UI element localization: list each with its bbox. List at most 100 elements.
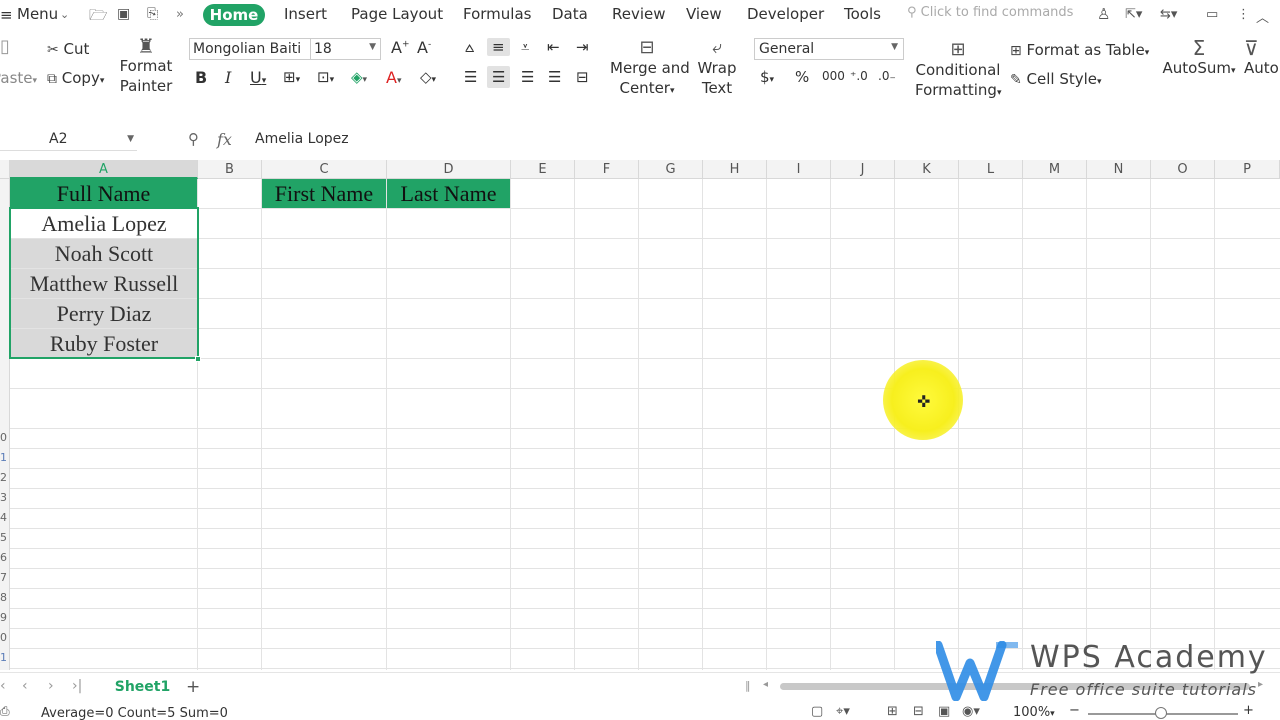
align-center-icon[interactable]: ☰ <box>487 66 511 88</box>
insert-function-button[interactable]: fx <box>217 130 232 149</box>
tab-page-layout[interactable]: Page Layout <box>351 5 443 23</box>
underline-icon[interactable]: U▾ <box>250 68 266 87</box>
sheet-tab-sheet1[interactable]: Sheet1 <box>105 673 180 701</box>
column-header-b[interactable]: B <box>198 160 262 179</box>
increase-decimal-icon[interactable]: ⁺.0 <box>850 69 868 83</box>
increase-indent-icon[interactable]: ⇥ <box>576 38 589 56</box>
normal-view-icon[interactable]: ⊞ <box>887 704 898 719</box>
cell-a1-full-name-header[interactable]: Full Name <box>10 179 197 208</box>
align-middle-icon[interactable]: ≡ <box>487 38 510 56</box>
add-sheet-icon[interactable]: + <box>186 677 200 697</box>
chevron-down-icon[interactable]: ▼ <box>127 134 134 144</box>
column-header-k[interactable]: K <box>895 160 959 179</box>
autofilter-button[interactable]: ⊽ Autol <box>1244 38 1280 78</box>
font-size[interactable]: 18 <box>314 41 332 57</box>
bold-icon[interactable]: B <box>195 68 207 87</box>
align-right-icon[interactable]: ☰ <box>521 68 534 86</box>
font-name[interactable]: Mongolian Baiti <box>193 41 301 57</box>
autosum-button[interactable]: Σ AutoSum▾ <box>1162 38 1236 81</box>
justify-icon[interactable]: ☰ <box>548 68 561 86</box>
cut-button[interactable]: ✂ Cut <box>47 40 89 58</box>
paste-icon[interactable]: ▯ <box>0 36 10 57</box>
tab-view[interactable]: View <box>686 5 722 23</box>
align-left-icon[interactable]: ☰ <box>464 68 477 86</box>
more-chevron-icon[interactable]: » <box>176 7 184 22</box>
italic-icon[interactable]: I <box>225 68 231 87</box>
column-header-i[interactable]: I <box>767 160 831 179</box>
column-header-a[interactable]: A <box>10 160 198 179</box>
tab-formulas[interactable]: Formulas <box>463 5 531 23</box>
tab-tools[interactable]: Tools <box>844 5 881 23</box>
column-header-e[interactable]: E <box>511 160 575 179</box>
scroll-right-icon[interactable]: ▸ <box>1258 679 1263 690</box>
protect-icon[interactable]: ▢ <box>811 704 823 719</box>
name-box[interactable]: A2 ▼ <box>0 129 137 151</box>
column-header-l[interactable]: L <box>959 160 1023 179</box>
decrease-indent-icon[interactable]: ⇤ <box>547 38 560 56</box>
column-header-p[interactable]: P <box>1215 160 1280 179</box>
menu-button[interactable]: Menu <box>17 5 58 23</box>
zoom-slider-knob[interactable] <box>1155 707 1167 719</box>
next-sheet-icon[interactable]: › <box>48 678 54 694</box>
fill-handle[interactable] <box>195 356 201 362</box>
command-search[interactable]: ⚲ Click to find commands <box>907 5 1073 20</box>
hamburger-icon[interactable]: ≡ <box>0 6 13 24</box>
freeze-icon[interactable]: ⌖▾ <box>836 704 850 719</box>
increase-font-icon[interactable]: A+ <box>391 38 410 57</box>
font-selector[interactable]: Mongolian Baiti 18 ▼ <box>189 38 381 60</box>
column-header-g[interactable]: G <box>639 160 703 179</box>
fill-color-icon[interactable]: ◈▾ <box>351 68 367 86</box>
sync-icon[interactable]: ⇆▾ <box>1160 7 1177 22</box>
copy-button[interactable]: ⧉ Copy▾ <box>47 69 104 87</box>
currency-icon[interactable]: $▾ <box>760 68 774 86</box>
column-header-c[interactable]: C <box>262 160 387 179</box>
font-color-icon[interactable]: A▾ <box>386 68 401 87</box>
column-header-n[interactable]: N <box>1087 160 1151 179</box>
formula-input[interactable]: Amelia Lopez <box>255 131 349 147</box>
align-bottom-icon[interactable]: ⩡ <box>521 38 529 56</box>
last-sheet-icon[interactable]: ›| <box>72 678 82 694</box>
cell-format-icon[interactable]: ⊡▾ <box>317 68 334 86</box>
align-top-icon[interactable]: ⩟ <box>465 38 474 56</box>
conditional-formatting-button[interactable]: ⊞ Conditional Formatting▾ <box>915 40 1001 103</box>
eraser-icon[interactable]: ◇▾ <box>420 68 436 86</box>
zoom-in-icon[interactable]: + <box>1243 703 1254 718</box>
tab-data[interactable]: Data <box>552 5 588 23</box>
tab-home[interactable]: Home <box>203 4 265 26</box>
tab-developer[interactable]: Developer <box>747 5 824 23</box>
distributed-icon[interactable]: ⊟ <box>576 68 589 86</box>
format-painter-button[interactable]: ♜ Format Painter <box>118 36 174 96</box>
macro-icon[interactable]: ⎙ <box>0 704 10 719</box>
tab-insert[interactable]: Insert <box>284 5 327 23</box>
scroll-left-icon[interactable]: ◂ <box>763 679 768 690</box>
zoom-out-icon[interactable]: − <box>1069 703 1080 718</box>
save-icon[interactable]: ▣ <box>117 6 130 22</box>
cell-c1-first-name-header[interactable]: First Name <box>262 179 386 208</box>
page-layout-view-icon[interactable]: ⊟ <box>913 704 924 719</box>
column-header-h[interactable]: H <box>703 160 767 179</box>
number-format-select[interactable]: General ▼ <box>754 38 904 60</box>
column-header-o[interactable]: O <box>1151 160 1215 179</box>
borders-icon[interactable]: ⊞▾ <box>283 68 300 86</box>
column-header-m[interactable]: M <box>1023 160 1087 179</box>
more-options-icon[interactable]: ⋮ <box>1237 7 1250 22</box>
paste-button[interactable]: Paste▾ <box>0 69 37 87</box>
column-header-f[interactable]: F <box>575 160 639 179</box>
prev-sheet-icon[interactable]: ‹ <box>22 678 28 694</box>
comment-icon[interactable]: ▭ <box>1206 7 1218 22</box>
zoom-formula-icon[interactable]: ⚲ <box>188 130 199 148</box>
worksheet-grid[interactable]: A B C D E F G H I J K L M N O P 0 1 2 3 … <box>0 160 1280 670</box>
chevron-down-icon[interactable]: ⌄ <box>60 8 69 21</box>
chevron-down-icon[interactable]: ▼ <box>369 42 376 52</box>
select-all-corner[interactable] <box>0 160 10 179</box>
open-folder-icon[interactable]: 🗁 <box>89 5 108 30</box>
merge-center-button[interactable]: ⊟ Merge and Center▾ <box>610 38 690 101</box>
zoom-level[interactable]: 100%▾ <box>1013 705 1055 720</box>
cell-d1-last-name-header[interactable]: Last Name <box>387 179 510 208</box>
column-header-j[interactable]: J <box>831 160 895 179</box>
page-break-view-icon[interactable]: ▣ <box>938 704 950 719</box>
decrease-decimal-icon[interactable]: .0₋ <box>878 69 896 83</box>
collapse-ribbon-icon[interactable]: ︿ <box>1256 7 1269 26</box>
format-as-table-button[interactable]: ⊞ Format as Table▾ <box>1010 41 1149 59</box>
share-icon[interactable]: ⇱▾ <box>1125 7 1142 22</box>
